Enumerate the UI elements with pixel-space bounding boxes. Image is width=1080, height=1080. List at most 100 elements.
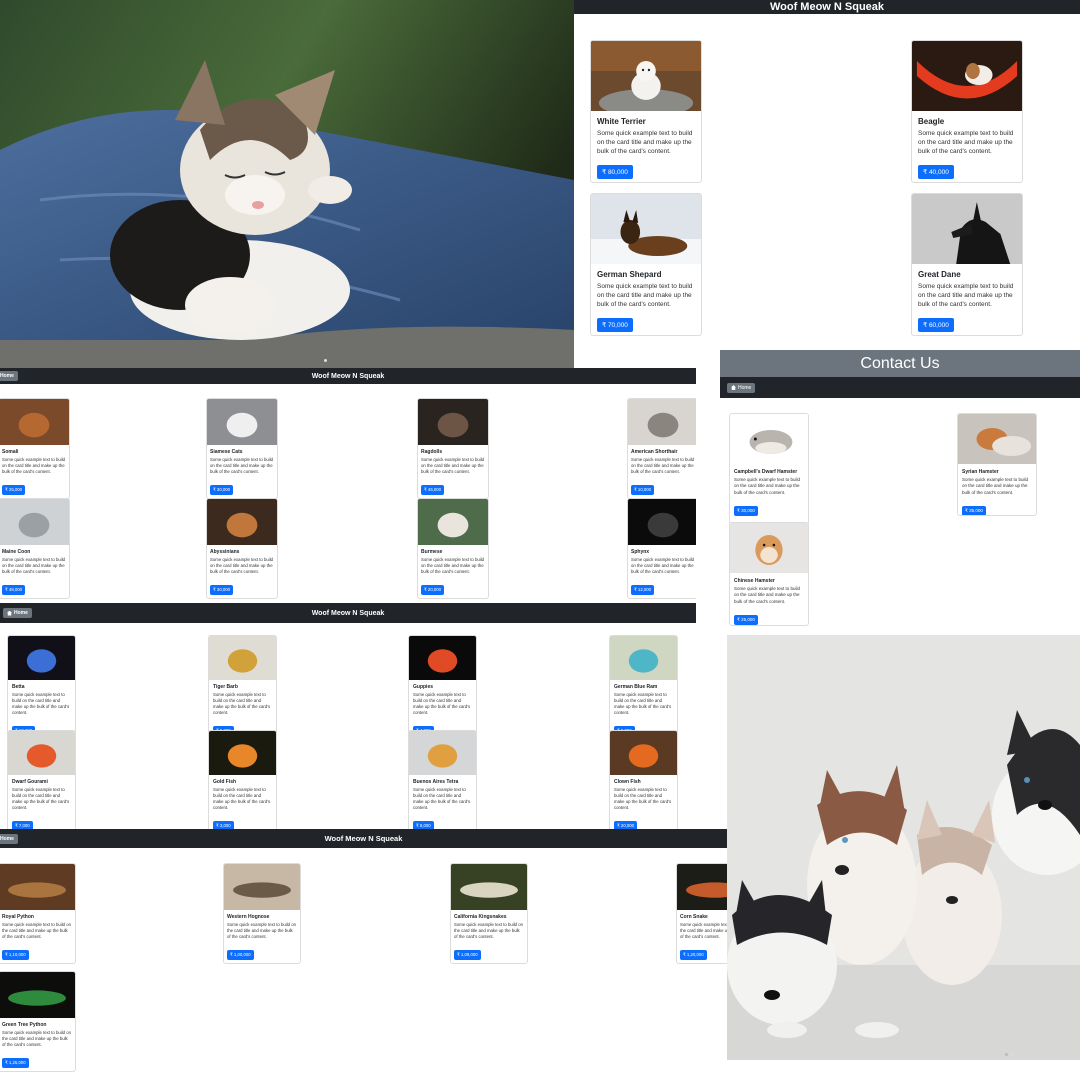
campbells-dwarf-hamster-photo xyxy=(730,414,808,464)
price-button[interactable]: ₹ 35,000 xyxy=(962,505,986,515)
product-card-green-tree-python: Green Tree Python Some quick example text… xyxy=(0,971,76,1073)
price-button[interactable]: ₹ 7,000 xyxy=(12,821,33,829)
abyssinians-photo xyxy=(207,499,277,545)
betta-photo xyxy=(8,636,75,680)
price-button[interactable]: ₹ 1,09,000 xyxy=(454,950,481,961)
product-card-royal-python: Royal Python Some quick example text to b… xyxy=(0,863,76,965)
kittens-in-denim-photo xyxy=(0,0,574,368)
german-blue-ram-photo xyxy=(610,636,677,680)
product-card-somali: Somali Some quick example text to build o… xyxy=(0,398,70,500)
price-button[interactable]: ₹ 70,000 xyxy=(597,318,633,333)
german-shepard-photo xyxy=(591,194,701,264)
price-button[interactable]: ₹ 20,000 xyxy=(421,585,445,596)
price-button[interactable]: ₹ 8,000 xyxy=(413,821,434,829)
card-title: White Terrier xyxy=(597,117,646,126)
card-title: Green Tree Python xyxy=(2,1022,47,1028)
chinese-hamster-photo xyxy=(730,523,808,573)
product-card-campbells-dwarf-hamster: Campbell's Dwarf Hamster Some quick exam… xyxy=(729,413,809,525)
card-title: Buenos Aires Tetra xyxy=(413,779,459,785)
card-title: Chinese Hamster xyxy=(734,578,775,584)
price-button[interactable]: ₹ 48,000 xyxy=(2,585,26,596)
price-button[interactable]: ₹ 80,000 xyxy=(597,165,633,180)
price-button[interactable]: ₹ 1,00,000 xyxy=(227,950,254,961)
card-text: Some quick example text to build on the … xyxy=(734,586,801,604)
gold-fish-photo xyxy=(209,731,276,775)
somali-photo xyxy=(0,399,69,445)
card-text: Some quick example text to build on the … xyxy=(597,283,693,309)
home-button[interactable]: Home xyxy=(727,382,756,393)
card-text: Some quick example text to build on the … xyxy=(421,557,485,575)
product-card-german-shepard: German Shepard Some quick example text t… xyxy=(590,193,702,336)
card-text: Some quick example text to build on the … xyxy=(454,922,524,940)
home-button[interactable]: Home xyxy=(3,608,32,618)
carousel-indicator[interactable] xyxy=(1011,1053,1014,1056)
card-title: Gold Fish xyxy=(213,779,237,785)
product-card-american-shorthair: American Shorthair Some quick example tex… xyxy=(627,398,696,500)
card-title: Great Dane xyxy=(918,270,961,279)
product-card-california-kingsnakes: California Kingsnakes Some quick example … xyxy=(450,863,528,965)
card-title: Beagle xyxy=(918,117,945,126)
card-title: German Shepard xyxy=(597,270,662,279)
product-card-western-hognose: Western Hognose Some quick example text t… xyxy=(223,863,301,965)
price-button[interactable]: ₹ 30,000 xyxy=(210,585,234,596)
western-hognose-photo xyxy=(224,864,300,910)
price-button[interactable]: ₹ 40,000 xyxy=(918,165,954,180)
kitten-hero-panel xyxy=(0,0,574,368)
carousel-indicator[interactable] xyxy=(324,359,327,362)
product-card-guppies: Guppies Some quick example text to build … xyxy=(408,635,477,741)
price-button[interactable]: ₹ 25,000 xyxy=(734,614,758,625)
home-button[interactable]: Home xyxy=(0,833,18,844)
card-text: Some quick example text to build on the … xyxy=(421,457,485,475)
home-button[interactable]: Home xyxy=(0,371,18,381)
card-text: Some quick example text to build on the … xyxy=(2,457,66,475)
card-title: American Shorthair xyxy=(631,449,678,455)
green-tree-python-photo xyxy=(0,972,75,1018)
card-text: Some quick example text to build on the … xyxy=(918,130,1014,156)
price-button[interactable]: ₹ 20,000 xyxy=(614,821,638,829)
card-text: Some quick example text to build on the … xyxy=(413,787,471,811)
price-button[interactable]: ₹ 10,000 xyxy=(631,485,655,496)
card-text: Some quick example text to build on the … xyxy=(12,787,70,811)
price-button[interactable]: ₹ 12,000 xyxy=(631,585,655,596)
card-text: Some quick example text to build on the … xyxy=(12,692,70,716)
carousel-indicator[interactable] xyxy=(1005,1053,1008,1056)
product-card-betta: Betta Some quick example text to build on… xyxy=(7,635,76,741)
product-card-abyssinians: Abyssinians Some quick example text to bu… xyxy=(206,498,278,600)
card-title: Siamese Cats xyxy=(210,449,243,455)
reptiles-page-panel: Woof Meow N Squeak Home Royal Python Some… xyxy=(0,829,727,1080)
corn-snake-photo xyxy=(677,864,727,910)
price-button[interactable]: ₹ 1,20,000 xyxy=(680,950,707,961)
card-text: Some quick example text to build on the … xyxy=(413,692,471,716)
card-title: Tiger Barb xyxy=(213,684,238,690)
card-text: Some quick example text to build on the … xyxy=(2,1030,72,1048)
price-button[interactable]: ₹ 3,000 xyxy=(213,821,234,829)
site-title: Woof Meow N Squeak xyxy=(769,1,885,13)
product-card-beagle: Beagle Some quick example text to build … xyxy=(911,40,1023,183)
product-card-buenos-aires-tetra: Buenos Aires Tetra Some quick example tex… xyxy=(408,730,477,829)
price-button[interactable]: ₹ 1,10,000 xyxy=(2,950,29,961)
card-title: Western Hognose xyxy=(227,914,270,920)
card-text: Some quick example text to build on the … xyxy=(614,787,672,811)
product-card-siamese-cats: Siamese Cats Some quick example text to b… xyxy=(206,398,278,500)
card-text: Some quick example text to build on the … xyxy=(962,477,1029,495)
american-shorthair-photo xyxy=(628,399,696,445)
beagle-photo xyxy=(912,41,1022,111)
card-title: Burmese xyxy=(421,549,443,555)
price-button[interactable]: ₹ 30,000 xyxy=(210,485,234,496)
home-label: Home xyxy=(0,835,14,842)
card-title: Maine Coon xyxy=(2,549,31,555)
price-button[interactable]: ₹ 30,000 xyxy=(734,505,758,516)
site-title: Woof Meow N Squeak xyxy=(311,372,385,380)
price-button[interactable]: ₹ 1,25,000 xyxy=(2,1058,29,1069)
card-text: Some quick example text to build on the … xyxy=(680,922,727,940)
card-text: Some quick example text to build on the … xyxy=(631,557,695,575)
product-card-syrian-hamster: Syrian Hamster Some quick example text t… xyxy=(957,413,1037,516)
card-text: Some quick example text to build on the … xyxy=(734,477,801,495)
price-button[interactable]: ₹ 25,000 xyxy=(2,485,26,496)
husky-hero-panel xyxy=(727,635,1080,1060)
guppies-photo xyxy=(409,636,476,680)
card-text: Some quick example text to build on the … xyxy=(2,557,66,575)
card-title: Corn Snake xyxy=(680,914,708,920)
price-button[interactable]: ₹ 60,000 xyxy=(918,318,954,333)
price-button[interactable]: ₹ 45,000 xyxy=(421,485,445,496)
